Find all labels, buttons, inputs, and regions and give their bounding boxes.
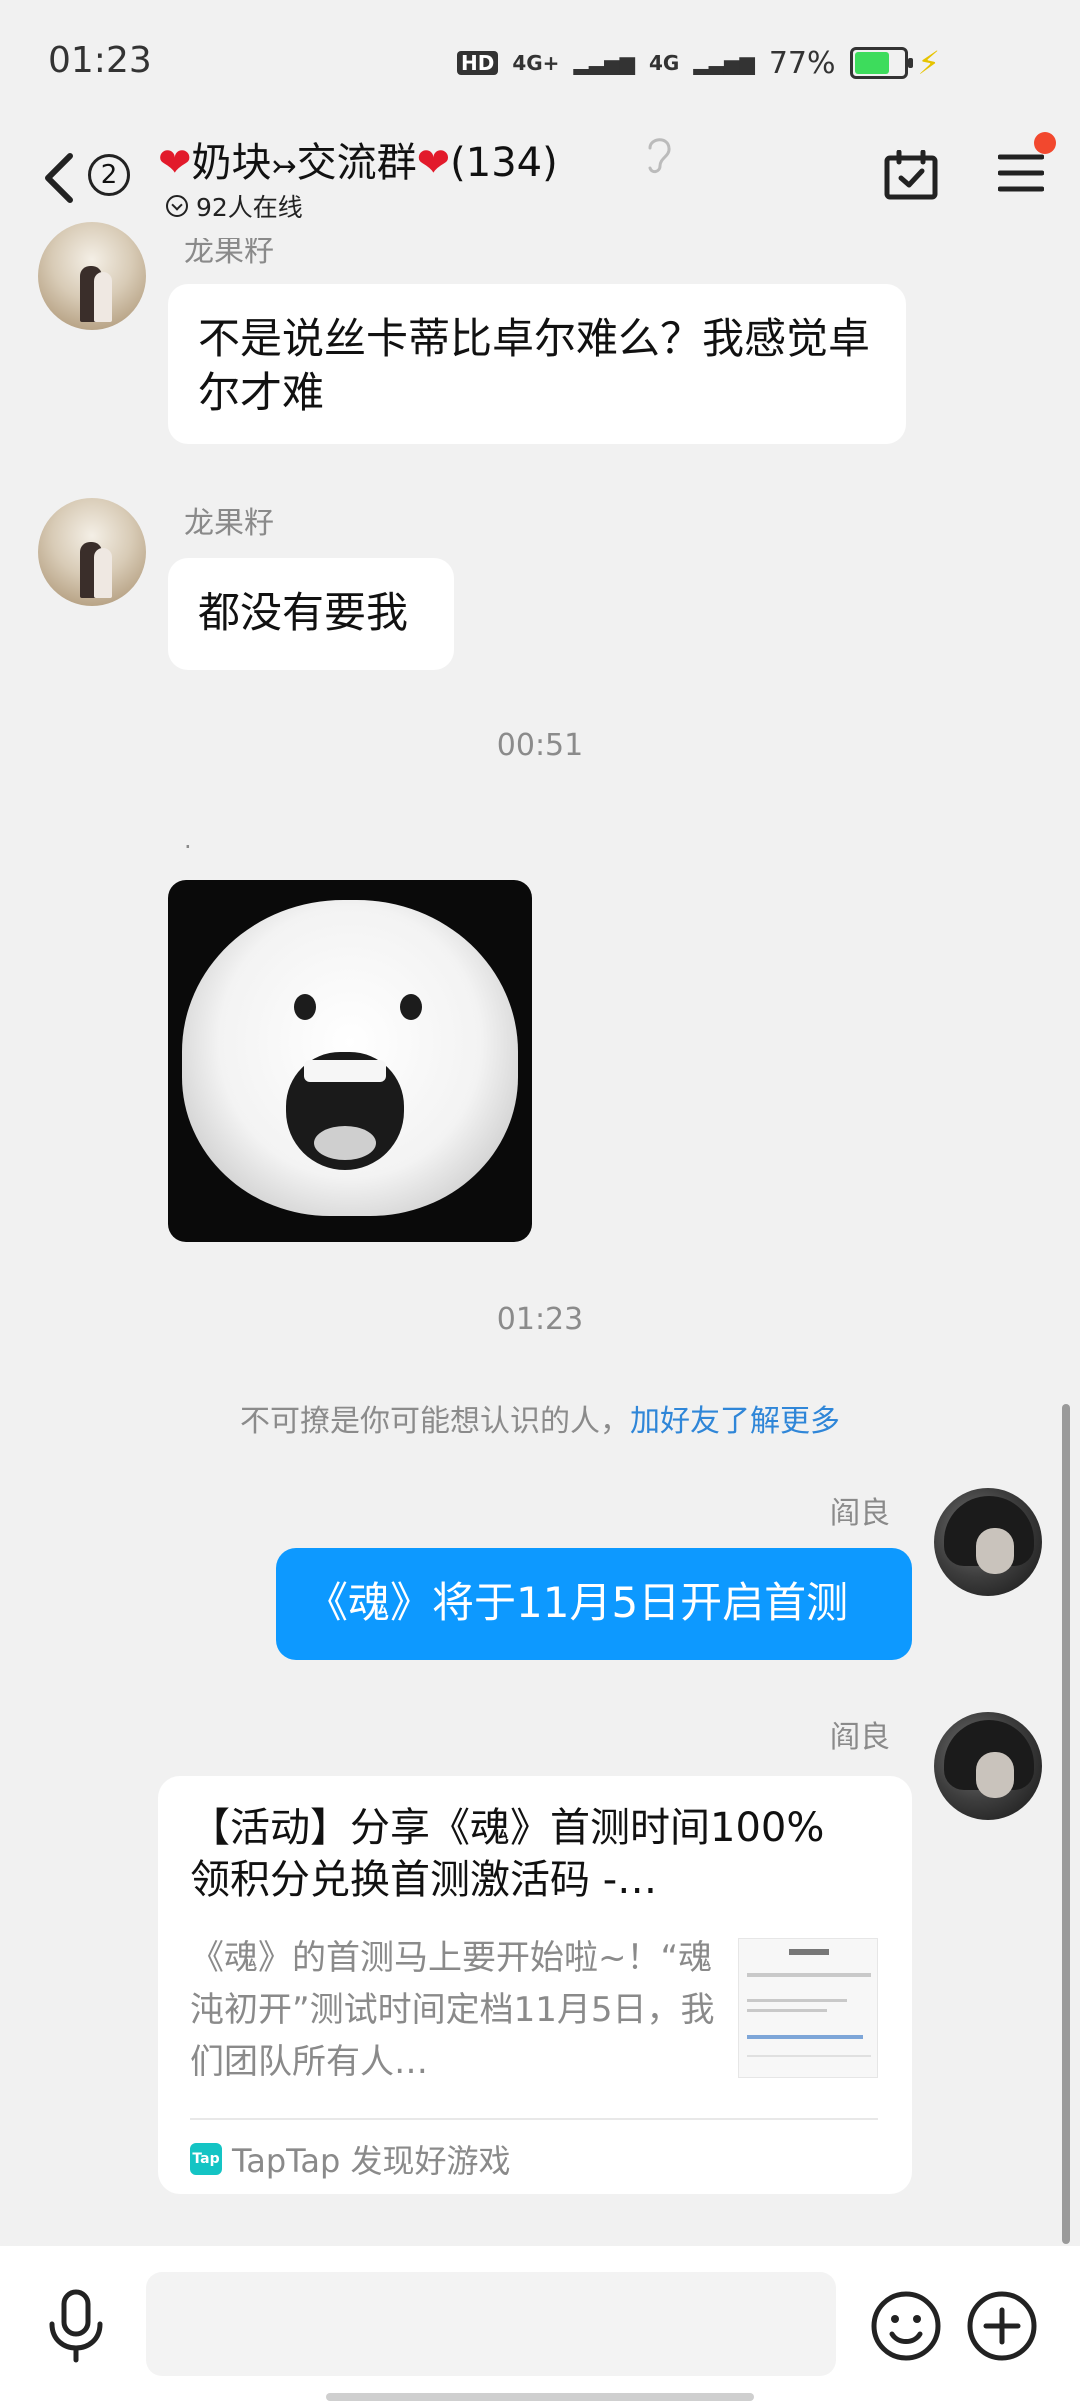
card-divider bbox=[190, 2118, 878, 2120]
battery-percent: 77% bbox=[768, 45, 836, 81]
sender-name: 龙果籽 bbox=[184, 506, 274, 541]
heart-icon: ❤ bbox=[158, 140, 192, 186]
battery-fill bbox=[854, 52, 889, 74]
network-4g: 4G bbox=[648, 51, 680, 75]
title-group: 交流群 bbox=[296, 140, 417, 186]
sender-name: 阎良 bbox=[830, 1720, 890, 1755]
taptap-icon: Tap bbox=[190, 2143, 222, 2175]
scrollbar[interactable] bbox=[1062, 1404, 1070, 2244]
title-name: 奶块 bbox=[191, 140, 272, 186]
network-4g-plus: 4G+ bbox=[512, 51, 560, 75]
sticker-image[interactable] bbox=[168, 880, 532, 1242]
card-source: Tap TapTap 发现好游戏 bbox=[190, 2136, 511, 2182]
message-bubble-self[interactable]: 《魂》将于11月5日开启首测 bbox=[276, 1548, 912, 1660]
message-text: 《魂》将于11月5日开启首测 bbox=[306, 1578, 849, 1627]
message-bubble[interactable]: 都没有要我 bbox=[168, 558, 454, 670]
card-source-text: TapTap 发现好游戏 bbox=[232, 2142, 511, 2180]
message-text: 都没有要我 bbox=[198, 588, 409, 637]
status-time: 01:23 bbox=[48, 40, 152, 81]
ear-icon[interactable] bbox=[642, 132, 676, 186]
avatar-self[interactable] bbox=[934, 1712, 1042, 1820]
status-indicators: HD 4G+ ▂▃▅▆ 4G ▂▃▅▆ 77% ⚡ bbox=[457, 44, 940, 82]
home-indicator[interactable] bbox=[326, 2393, 754, 2401]
group-title[interactable]: ❤奶块↣交流群❤(134) bbox=[158, 130, 558, 188]
system-notice-text: 不可撩是你可能想认识的人， bbox=[240, 1404, 630, 1439]
sender-name: . bbox=[184, 826, 192, 854]
notification-dot bbox=[1034, 132, 1056, 154]
time-separator: 01:23 bbox=[496, 1302, 584, 1337]
card-thumbnail bbox=[738, 1938, 878, 2078]
unread-count-badge[interactable]: 2 bbox=[88, 154, 130, 196]
battery-icon bbox=[849, 47, 913, 79]
chevron-circle-icon bbox=[166, 195, 188, 217]
signal-bars-icon-2: ▂▃▅▆ bbox=[693, 51, 755, 75]
message-text: 不是说丝卡蒂比卓尔难么？我感觉卓尔才难 bbox=[198, 314, 871, 417]
message-bubble[interactable]: 不是说丝卡蒂比卓尔难么？我感觉卓尔才难 bbox=[168, 284, 906, 444]
card-description: 《魂》的首测马上要开始啦~！“魂沌初开”测试时间定档11月5日，我们团队所有人… bbox=[190, 1938, 715, 2082]
avatar-self[interactable] bbox=[934, 1488, 1042, 1596]
signal-bars-icon: ▂▃▅▆ bbox=[573, 51, 635, 75]
system-notice: 不可撩是你可能想认识的人，加好友了解更多 bbox=[0, 1396, 1080, 1440]
menu-icon[interactable] bbox=[998, 152, 1044, 194]
emoji-icon[interactable] bbox=[870, 2290, 942, 2362]
time-separator: 00:51 bbox=[496, 728, 584, 763]
sender-name: 龙果籽 bbox=[184, 234, 274, 269]
message-input[interactable] bbox=[146, 2272, 836, 2376]
mic-icon[interactable] bbox=[44, 2288, 108, 2364]
card-title: 【活动】分享《魂》首测时间100%领积分兑换首测激活码 -… bbox=[190, 1805, 825, 1903]
avatar[interactable] bbox=[38, 498, 146, 606]
plus-icon[interactable] bbox=[966, 2290, 1038, 2362]
charging-icon: ⚡ bbox=[917, 44, 940, 82]
sender-name: 阎良 bbox=[830, 1496, 890, 1531]
heart-icon-2: ❤ bbox=[416, 140, 451, 186]
add-friend-link[interactable]: 加好友了解更多 bbox=[630, 1404, 840, 1439]
online-count: 92人在线 bbox=[196, 193, 303, 222]
title-arrow: ↣ bbox=[271, 149, 297, 184]
online-status[interactable]: 92人在线 bbox=[166, 188, 303, 224]
hd-indicator: HD bbox=[457, 51, 499, 75]
avatar[interactable] bbox=[38, 222, 146, 330]
calendar-check-icon[interactable] bbox=[884, 150, 938, 200]
back-icon[interactable] bbox=[40, 148, 80, 208]
member-count: (134) bbox=[450, 140, 558, 186]
